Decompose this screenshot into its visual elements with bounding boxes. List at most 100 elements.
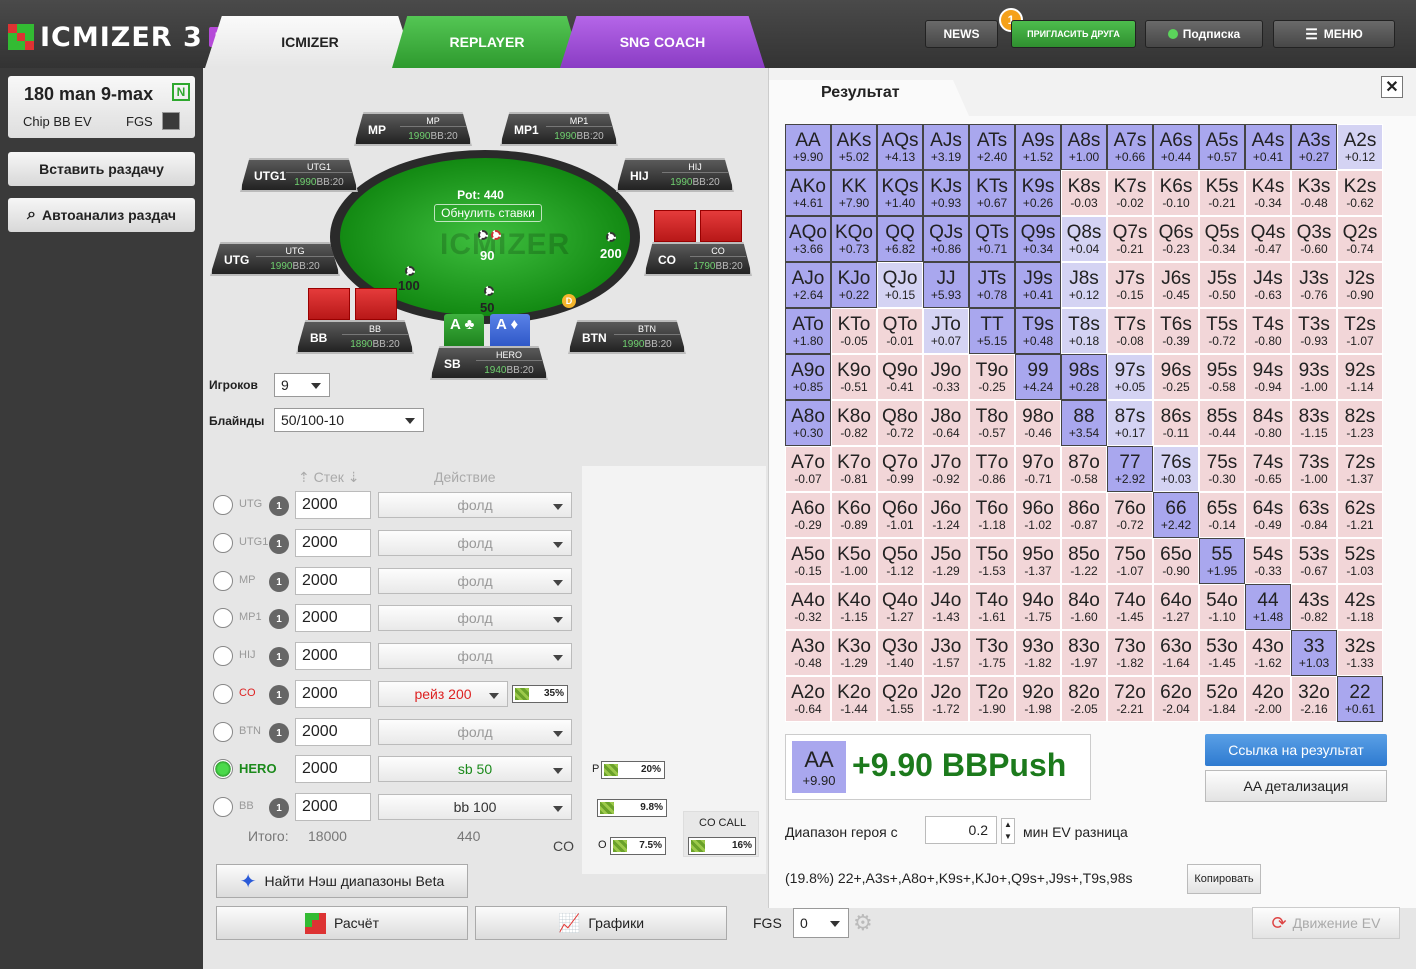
player-count-badge[interactable]: 1 xyxy=(269,534,289,554)
hand-cell-76s[interactable]: 76s +0.03 xyxy=(1153,446,1199,492)
hand-cell-94o[interactable]: 94o -1.75 xyxy=(1015,584,1061,630)
player-radio[interactable] xyxy=(213,495,233,515)
auto-analysis-button[interactable]: ⌕ Автоанализ раздач xyxy=(8,198,195,232)
action-select[interactable]: рейз 200 xyxy=(378,681,508,707)
result-tab[interactable]: Результат xyxy=(769,80,969,116)
hand-cell-QJs[interactable]: QJs +0.86 xyxy=(923,216,969,262)
hand-cell-AKs[interactable]: AKs +5.02 xyxy=(831,124,877,170)
hand-cell-K2o[interactable]: K2o -1.44 xyxy=(831,676,877,722)
hand-cell-73o[interactable]: 73o -1.82 xyxy=(1107,630,1153,676)
hand-cell-J3s[interactable]: J3s -0.76 xyxy=(1291,262,1337,308)
hand-cell-T8s[interactable]: T8s +0.18 xyxy=(1061,308,1107,354)
hand-cell-T4s[interactable]: T4s -0.80 xyxy=(1245,308,1291,354)
nash-button[interactable]: ✦ Найти Нэш диапазоны Beta xyxy=(216,864,468,898)
hand-cell-J9s[interactable]: J9s +0.41 xyxy=(1015,262,1061,308)
hand-cell-42s[interactable]: 42s -1.18 xyxy=(1337,584,1383,630)
hand-cell-44[interactable]: 44 +1.48 xyxy=(1245,584,1291,630)
hand-cell-93o[interactable]: 93o -1.82 xyxy=(1015,630,1061,676)
hand-cell-J8o[interactable]: J8o -0.64 xyxy=(923,400,969,446)
hand-cell-74s[interactable]: 74s -0.65 xyxy=(1245,446,1291,492)
action-select[interactable]: фолд xyxy=(378,605,572,631)
hand-cell-K3o[interactable]: K3o -1.29 xyxy=(831,630,877,676)
player-count-badge[interactable]: 1 xyxy=(269,798,289,818)
hand-cell-53o[interactable]: 53o -1.45 xyxy=(1199,630,1245,676)
hand-cell-97o[interactable]: 97o -0.71 xyxy=(1015,446,1061,492)
hand-cell-Q3o[interactable]: Q3o -1.40 xyxy=(877,630,923,676)
hand-cell-98o[interactable]: 98o -0.46 xyxy=(1015,400,1061,446)
hand-cell-65o[interactable]: 65o -0.90 xyxy=(1153,538,1199,584)
hand-cell-83o[interactable]: 83o -1.97 xyxy=(1061,630,1107,676)
hand-cell-76o[interactable]: 76o -0.72 xyxy=(1107,492,1153,538)
hand-cell-65s[interactable]: 65s -0.14 xyxy=(1199,492,1245,538)
hand-cell-A8s[interactable]: A8s +1.00 xyxy=(1061,124,1107,170)
stack-header[interactable]: ⇡ Стек ⇣ xyxy=(298,469,360,486)
hand-cell-A5o[interactable]: A5o -0.15 xyxy=(785,538,831,584)
hand-cell-A4o[interactable]: A4o -0.32 xyxy=(785,584,831,630)
hand-cell-A2s[interactable]: A2s +0.12 xyxy=(1337,124,1383,170)
player-count-badge[interactable]: 1 xyxy=(269,572,289,592)
players-select[interactable]: 9 xyxy=(274,373,330,397)
blinds-select[interactable]: 50/100-10 xyxy=(274,408,424,432)
stack-input[interactable]: 2000 xyxy=(295,642,371,670)
hand-cell-Q8s[interactable]: Q8s +0.04 xyxy=(1061,216,1107,262)
hand-cell-K4o[interactable]: K4o -1.15 xyxy=(831,584,877,630)
hand-cell-KQo[interactable]: KQo +0.73 xyxy=(831,216,877,262)
hand-cell-J2o[interactable]: J2o -1.72 xyxy=(923,676,969,722)
stack-input[interactable]: 2000 xyxy=(295,604,371,632)
stack-input[interactable]: 2000 xyxy=(295,755,371,783)
hand-cell-K5o[interactable]: K5o -1.00 xyxy=(831,538,877,584)
hand-cell-A9s[interactable]: A9s +1.52 xyxy=(1015,124,1061,170)
hand-cell-ATo[interactable]: ATo +1.80 xyxy=(785,308,831,354)
seat-mp1[interactable]: MP1 MP1 1990BB:20 xyxy=(500,112,618,146)
seat-hij[interactable]: HIJ HIJ 1990BB:20 xyxy=(616,158,734,192)
hand-cell-63s[interactable]: 63s -0.84 xyxy=(1291,492,1337,538)
hand-cell-75o[interactable]: 75o -1.07 xyxy=(1107,538,1153,584)
player-count-badge[interactable]: 1 xyxy=(269,496,289,516)
hand-cell-84o[interactable]: 84o -1.60 xyxy=(1061,584,1107,630)
hand-cell-Q8o[interactable]: Q8o -0.72 xyxy=(877,400,923,446)
seat-utg[interactable]: UTG UTG 1990BB:20 xyxy=(210,242,340,276)
action-select[interactable]: фолд xyxy=(378,643,572,669)
hand-cell-K3s[interactable]: K3s -0.48 xyxy=(1291,170,1337,216)
hand-cell-ATs[interactable]: ATs +2.40 xyxy=(969,124,1015,170)
hand-cell-82s[interactable]: 82s -1.23 xyxy=(1337,400,1383,446)
action-select[interactable]: bb 100 xyxy=(378,794,572,820)
stack-input[interactable]: 2000 xyxy=(295,491,371,519)
stack-input[interactable]: 2000 xyxy=(295,680,371,708)
hand-cell-A3o[interactable]: A3o -0.48 xyxy=(785,630,831,676)
tab-sng-coach[interactable]: SNG COACH xyxy=(560,16,765,68)
hand-cell-K9s[interactable]: K9s +0.26 xyxy=(1015,170,1061,216)
hand-cell-53s[interactable]: 53s -0.67 xyxy=(1291,538,1337,584)
seat-hero[interactable]: SB HERO 1940BB:20 xyxy=(430,346,548,380)
player-radio[interactable] xyxy=(213,722,233,742)
hand-cell-J9o[interactable]: J9o -0.33 xyxy=(923,354,969,400)
hand-cell-J4o[interactable]: J4o -1.43 xyxy=(923,584,969,630)
seat-bb[interactable]: BB BB 1890BB:20 xyxy=(296,320,414,354)
hand-cell-87s[interactable]: 87s +0.17 xyxy=(1107,400,1153,446)
fgs-select[interactable]: 0 xyxy=(793,908,849,938)
hand-cell-J7o[interactable]: J7o -0.92 xyxy=(923,446,969,492)
hand-cell-Q7s[interactable]: Q7s -0.21 xyxy=(1107,216,1153,262)
hand-cell-88[interactable]: 88 +3.54 xyxy=(1061,400,1107,446)
hand-cell-A7o[interactable]: A7o -0.07 xyxy=(785,446,831,492)
hand-cell-QTs[interactable]: QTs +0.71 xyxy=(969,216,1015,262)
reset-bets-button[interactable]: Обнулить ставки xyxy=(434,204,542,222)
stack-input[interactable]: 2000 xyxy=(295,567,371,595)
hand-cell-J8s[interactable]: J8s +0.12 xyxy=(1061,262,1107,308)
hand-cell-KTo[interactable]: KTo -0.05 xyxy=(831,308,877,354)
player-radio[interactable] xyxy=(213,571,233,591)
tab-icmizer[interactable]: ICMIZER xyxy=(205,16,415,68)
hand-cell-96s[interactable]: 96s -0.25 xyxy=(1153,354,1199,400)
hand-cell-83s[interactable]: 83s -1.15 xyxy=(1291,400,1337,446)
hand-cell-KK[interactable]: KK +7.90 xyxy=(831,170,877,216)
hand-cell-96o[interactable]: 96o -1.02 xyxy=(1015,492,1061,538)
hand-cell-AJo[interactable]: AJo +2.64 xyxy=(785,262,831,308)
hand-cell-Q5s[interactable]: Q5s -0.34 xyxy=(1199,216,1245,262)
tab-replayer[interactable]: REPLAYER xyxy=(392,16,582,68)
raise-range-indicator[interactable]: 35% xyxy=(512,685,568,703)
hand-cell-Q7o[interactable]: Q7o -0.99 xyxy=(877,446,923,492)
hand-cell-92o[interactable]: 92o -1.98 xyxy=(1015,676,1061,722)
hand-cell-J6s[interactable]: J6s -0.45 xyxy=(1153,262,1199,308)
action-select[interactable]: фолд xyxy=(378,568,572,594)
hand-cell-43s[interactable]: 43s -0.82 xyxy=(1291,584,1337,630)
